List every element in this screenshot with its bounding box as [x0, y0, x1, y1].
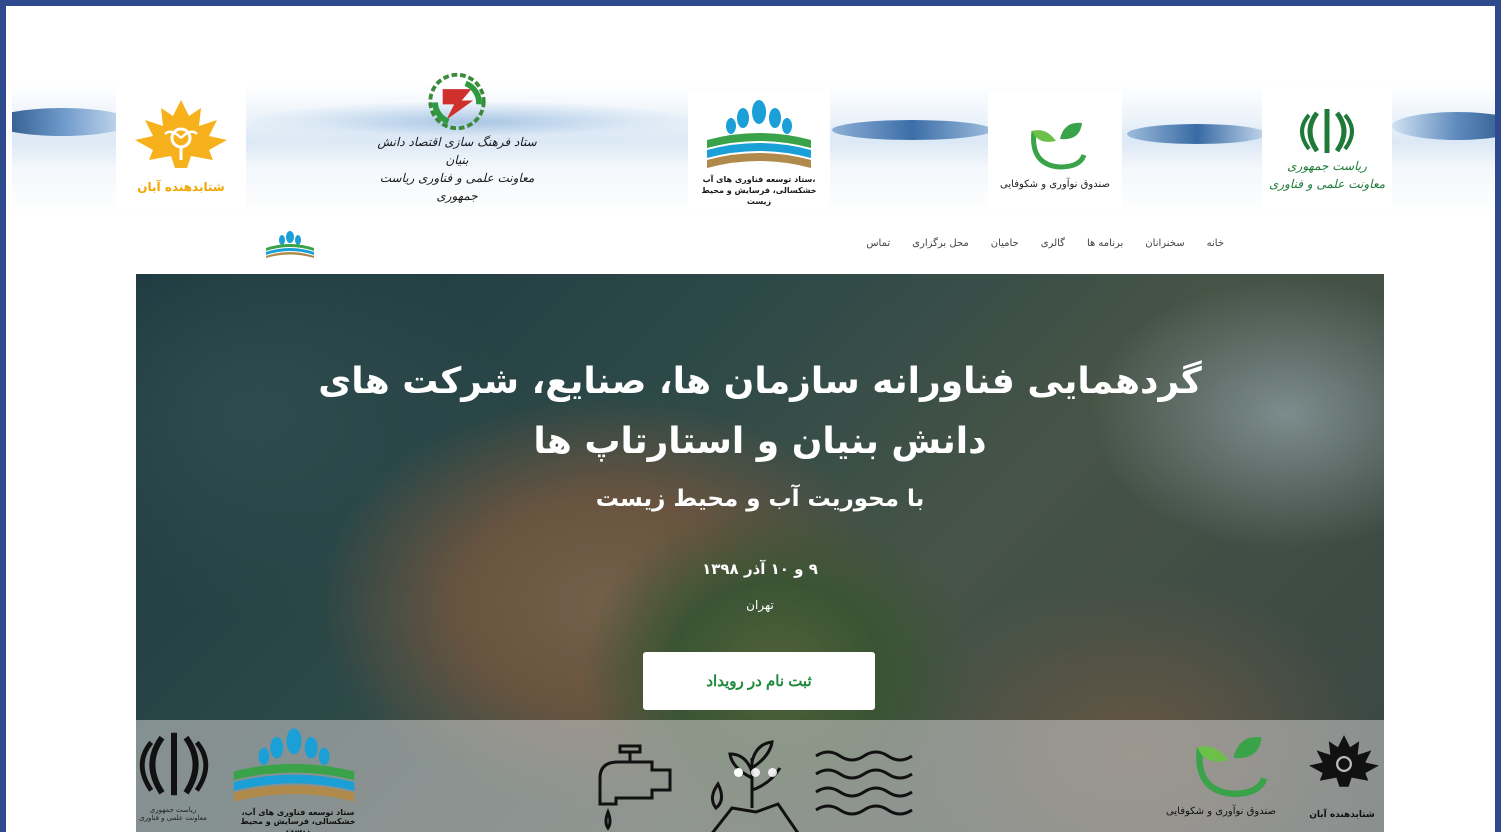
event-city: تهران	[746, 598, 774, 612]
register-button[interactable]: ثبت نام در رویداد	[643, 652, 875, 710]
innovation-fund-logo[interactable]: صندوق نوآوری و شکوفایی	[988, 90, 1122, 210]
staad-caption-line-2: معاونت علمی و فناوری ریاست جمهوری	[379, 171, 535, 203]
water-splash-mid-right	[1127, 124, 1267, 144]
golden-leaf-logo[interactable]: شتابدهنده آبان	[116, 82, 246, 210]
water-splash-mid	[832, 120, 992, 140]
strip-fountain-icon	[233, 728, 355, 802]
site-logo-icon[interactable]	[262, 230, 318, 260]
presidency-caption-line-2: معاونت علمی و فناوری	[1268, 177, 1386, 191]
maple-leaf-icon	[135, 100, 227, 168]
nav-item-sponsors[interactable]: حامیان	[991, 238, 1019, 249]
sprout-icon	[1031, 122, 1087, 170]
nav-item-venue[interactable]: محل برگزاری	[912, 238, 969, 249]
hero-slider: گردهمایی فناورانه سازمان ها، صنایع، شرکت…	[136, 274, 1384, 832]
slider-dots	[734, 768, 777, 777]
nav-item-contact[interactable]: تماس	[866, 238, 890, 249]
water-splash-left	[12, 108, 132, 136]
water-caption-line-2: خشکسالی، فرسایش و محیط زیست	[701, 185, 817, 206]
water-splash-right	[1392, 112, 1495, 140]
header-banner: شتابدهنده آبان ستاد فرهنگ سازی اقتصاد دا…	[12, 50, 1495, 216]
page-frame: شتابدهنده آبان ستاد فرهنگ سازی اقتصاد دا…	[0, 0, 1501, 832]
staad-logo[interactable]: ستاد فرهنگ سازی اقتصاد دانش بنیان معاونت…	[372, 70, 542, 205]
strip-maple-leaf-icon	[1309, 735, 1379, 787]
plant-growth-icon	[711, 740, 800, 832]
nav-item-home[interactable]: خانه	[1207, 238, 1224, 249]
water-council-logo[interactable]: ستاد توسعه فناوری های آب، خشکسالی، فرسای…	[688, 90, 830, 212]
presidency-caption-line-1: ریاست جمهوری	[1287, 159, 1367, 173]
strip-water-caption: ستاد توسعه فناوری های آب، خشکسالی، فرسای…	[240, 808, 356, 832]
nav-item-speakers[interactable]: سخنرانان	[1145, 238, 1184, 249]
staad-emblem-icon	[428, 72, 486, 131]
main-nav: خانه سخنرانان برنامه ها گالری حامیان محل…	[136, 224, 1384, 268]
iran-emblem-icon	[1300, 109, 1354, 153]
golden-leaf-caption: شتابدهنده آبان	[137, 180, 225, 194]
hero-title: گردهمایی فناورانه سازمان ها، صنایع، شرکت…	[318, 361, 1202, 462]
hero-subtitle: با محوریت آب و محیط زیست	[595, 486, 925, 512]
fountain-icon	[707, 99, 811, 168]
fund-caption: صندوق نوآوری و شکوفایی	[1000, 178, 1110, 190]
nav-item-gallery[interactable]: گالری	[1041, 238, 1065, 249]
strip-iran-emblem-icon	[139, 732, 209, 796]
nav-menu: خانه سخنرانان برنامه ها گالری حامیان محل…	[866, 238, 1224, 249]
waves-icon	[815, 750, 913, 816]
strip-presidency-caption: ریاست جمهوری معاونت علمی و فناوری	[139, 806, 207, 822]
strip-golden-caption: شتابدهنده آبان	[1309, 810, 1375, 820]
presidency-logo[interactable]: ریاست جمهوری معاونت علمی و فناوری	[1262, 86, 1392, 212]
strip-fund-caption: صندوق نوآوری و شکوفایی	[1166, 806, 1276, 817]
water-tap-icon	[598, 744, 672, 831]
staad-caption-line-1: ستاد فرهنگ سازی اقتصاد دانش بنیان	[377, 135, 537, 167]
slider-dot-3[interactable]	[768, 768, 777, 777]
water-caption-line-1: ستاد توسعه فناوری های آب،	[702, 174, 816, 184]
nav-item-programs[interactable]: برنامه ها	[1087, 238, 1123, 249]
strip-sprout-icon	[1196, 737, 1268, 798]
slider-dot-2[interactable]	[751, 768, 760, 777]
event-date: ۹ و ۱۰ آذر ۱۳۹۸	[702, 560, 818, 578]
slider-dot-1[interactable]	[734, 768, 743, 777]
